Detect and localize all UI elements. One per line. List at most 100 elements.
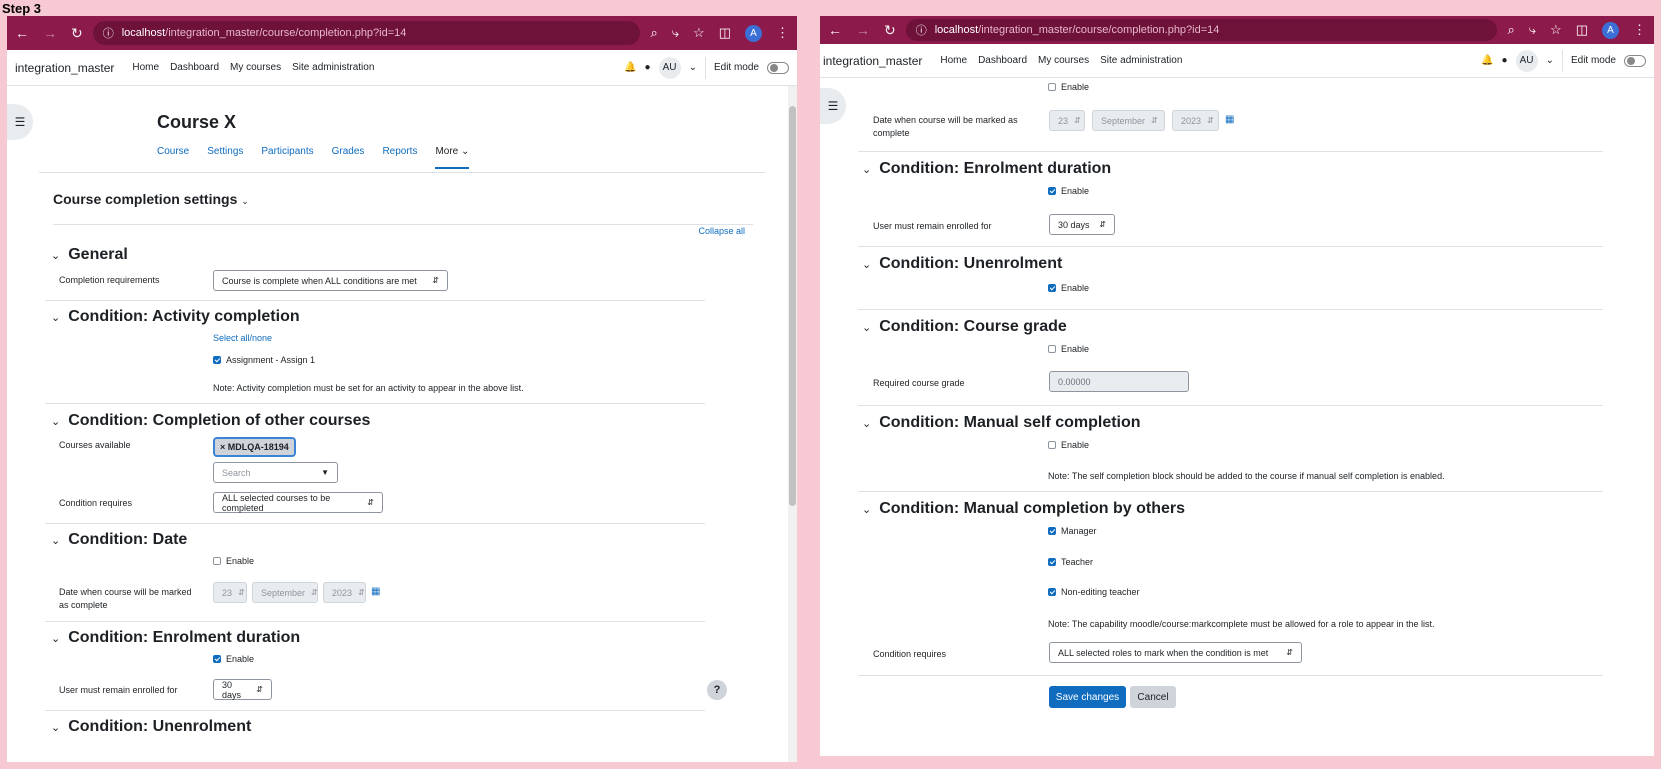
course-chip[interactable]: × MDLQA-18194 xyxy=(213,437,296,457)
forward-icon[interactable]: → xyxy=(856,22,870,39)
reload-icon[interactable]: ↻ xyxy=(884,22,896,39)
nav-home[interactable]: Home xyxy=(940,55,967,66)
enrolment-duration-select[interactable]: 30 days ⇵ xyxy=(1049,214,1115,235)
roles-condition-requires-select[interactable]: ALL selected roles to mark when the cond… xyxy=(1049,642,1302,663)
star-icon[interactable]: ☆ xyxy=(1550,22,1562,38)
forward-icon[interactable]: → xyxy=(43,25,57,42)
section-activity-completion[interactable]: ⌄ Condition: Activity completion xyxy=(51,308,300,326)
share-icon[interactable]: ⤷ xyxy=(1529,22,1536,38)
help-button[interactable]: ? xyxy=(707,680,727,700)
profile-avatar[interactable]: A xyxy=(1602,21,1619,39)
address-bar[interactable]: ⓘ localhost/integration_master/course/co… xyxy=(92,21,641,45)
date-label: Date when course will be marked as compl… xyxy=(873,115,1018,138)
info-icon[interactable]: ⓘ xyxy=(916,22,927,38)
section-general[interactable]: ⌄ General xyxy=(51,246,128,264)
profile-avatar[interactable]: A xyxy=(745,24,762,42)
edit-mode-toggle[interactable] xyxy=(1624,54,1646,67)
courses-search-input[interactable]: Search ▼ xyxy=(213,462,338,483)
collapse-all-link[interactable]: Collapse all xyxy=(698,226,745,236)
site-name[interactable]: integration_master xyxy=(823,54,922,68)
role-non-editing-teacher-checkbox[interactable]: Non-editing teacher xyxy=(1048,587,1140,597)
tab-more[interactable]: More ⌄ xyxy=(435,134,470,169)
section-date[interactable]: ⌄ Condition: Date xyxy=(51,531,187,549)
condition-requires-select[interactable]: ALL selected courses to be completed ⇵ xyxy=(213,492,383,513)
chat-icon[interactable]: ● xyxy=(1502,55,1508,66)
calendar-icon[interactable]: ▦ xyxy=(371,586,380,597)
role-teacher-checkbox[interactable]: Teacher xyxy=(1048,557,1093,567)
sidepanel-icon[interactable]: ◫ xyxy=(719,25,731,41)
self-enable-checkbox[interactable]: Enable xyxy=(1048,440,1089,450)
site-name[interactable]: integration_master xyxy=(15,61,114,75)
tab-reports[interactable]: Reports xyxy=(382,134,417,169)
nav-my-courses[interactable]: My courses xyxy=(1038,55,1089,66)
date-day-select[interactable]: 23 ⇵ xyxy=(1049,110,1085,131)
date-enable-checkbox[interactable]: Enable xyxy=(213,556,254,566)
edit-mode-toggle[interactable] xyxy=(767,61,789,74)
completion-requirements-select[interactable]: Course is complete when ALL conditions a… xyxy=(213,270,448,291)
nav-dashboard[interactable]: Dashboard xyxy=(978,55,1027,66)
address-bar[interactable]: ⓘ localhost/integration_master/course/co… xyxy=(905,19,1498,41)
course-index-icon[interactable]: ☰ xyxy=(7,104,33,140)
condition-requires-label: Condition requires xyxy=(59,498,133,508)
role-manager-checkbox[interactable]: Manager xyxy=(1048,526,1097,536)
chevron-down-icon[interactable]: ⌄ xyxy=(1546,55,1554,66)
date-month-select[interactable]: September ⇵ xyxy=(1092,110,1165,131)
section-course-grade[interactable]: ⌄ Condition: Course grade xyxy=(862,318,1067,336)
course-index-icon[interactable]: ☰ xyxy=(820,88,846,124)
menu-icon[interactable]: ⋮ xyxy=(1633,22,1646,38)
sidepanel-icon[interactable]: ◫ xyxy=(1576,22,1588,38)
nav-dashboard[interactable]: Dashboard xyxy=(170,62,219,73)
section-enrolment-duration[interactable]: ⌄ Condition: Enrolment duration xyxy=(51,629,300,647)
settings-title[interactable]: Course completion settings ⌄ xyxy=(53,191,249,207)
grade-enable-checkbox[interactable]: Enable xyxy=(1048,344,1089,354)
cancel-button[interactable]: Cancel xyxy=(1130,686,1176,708)
enrolment-enable-checkbox[interactable]: Enable xyxy=(1048,186,1089,196)
zoom-icon[interactable]: ⌕ xyxy=(1507,22,1514,38)
date-enable-checkbox[interactable]: Enable xyxy=(1048,82,1089,92)
menu-icon[interactable]: ⋮ xyxy=(776,25,789,41)
date-day-select[interactable]: 23 ⇵ xyxy=(213,582,247,603)
date-month-select[interactable]: September ⇵ xyxy=(252,582,318,603)
nav-site-admin[interactable]: Site administration xyxy=(1100,55,1182,66)
section-manual-completion-others[interactable]: ⌄ Condition: Manual completion by others xyxy=(862,500,1185,518)
scrollbar[interactable] xyxy=(788,86,797,762)
section-enrolment-duration[interactable]: ⌄ Condition: Enrolment duration xyxy=(862,160,1111,178)
calendar-icon[interactable]: ▦ xyxy=(1225,114,1234,125)
section-manual-self-completion[interactable]: ⌄ Condition: Manual self completion xyxy=(862,414,1141,432)
chevron-down-icon[interactable]: ⌄ xyxy=(689,62,697,73)
tab-settings[interactable]: Settings xyxy=(207,134,243,169)
date-label: Date when course will be marked as compl… xyxy=(59,587,192,610)
capability-note: Note: The capability moodle/course:markc… xyxy=(1048,619,1435,629)
nav-site-admin[interactable]: Site administration xyxy=(292,62,374,73)
user-avatar[interactable]: AU xyxy=(658,56,681,79)
section-unenrolment[interactable]: ⌄ Condition: Unenrolment xyxy=(862,255,1062,273)
section-unenrolment[interactable]: ⌄ Condition: Unenrolment xyxy=(51,718,251,736)
date-year-select[interactable]: 2023 ⇵ xyxy=(1172,110,1219,131)
nav-home[interactable]: Home xyxy=(132,62,159,73)
bell-icon[interactable]: 🔔 xyxy=(624,62,636,73)
tab-grades[interactable]: Grades xyxy=(332,134,365,169)
reload-icon[interactable]: ↻ xyxy=(71,25,83,42)
enrolment-duration-select[interactable]: 30 days ⇵ xyxy=(213,679,272,700)
share-icon[interactable]: ⤷ xyxy=(672,25,679,41)
tab-course[interactable]: Course xyxy=(157,134,189,169)
chat-icon[interactable]: ● xyxy=(645,62,651,73)
save-changes-button[interactable]: Save changes xyxy=(1049,686,1126,708)
select-all-none-link[interactable]: Select all/none xyxy=(213,333,272,343)
user-avatar[interactable]: AU xyxy=(1515,49,1538,72)
roles-condition-requires-label: Condition requires xyxy=(873,649,947,659)
zoom-icon[interactable]: ⌕ xyxy=(650,25,657,41)
tab-participants[interactable]: Participants xyxy=(261,134,313,169)
course-grade-input[interactable]: 0.00000 xyxy=(1049,371,1189,392)
enrolment-enable-checkbox[interactable]: Enable xyxy=(213,654,254,664)
info-icon[interactable]: ⓘ xyxy=(103,25,114,41)
unenrolment-enable-checkbox[interactable]: Enable xyxy=(1048,283,1089,293)
back-icon[interactable]: ← xyxy=(15,25,29,42)
back-icon[interactable]: ← xyxy=(828,22,842,39)
bell-icon[interactable]: 🔔 xyxy=(1481,55,1493,66)
assignment-checkbox[interactable]: Assignment - Assign 1 xyxy=(213,355,315,365)
section-other-courses[interactable]: ⌄ Condition: Completion of other courses xyxy=(51,412,370,430)
date-year-select[interactable]: 2023 ⇵ xyxy=(323,582,366,603)
nav-my-courses[interactable]: My courses xyxy=(230,62,281,73)
star-icon[interactable]: ☆ xyxy=(693,25,705,41)
